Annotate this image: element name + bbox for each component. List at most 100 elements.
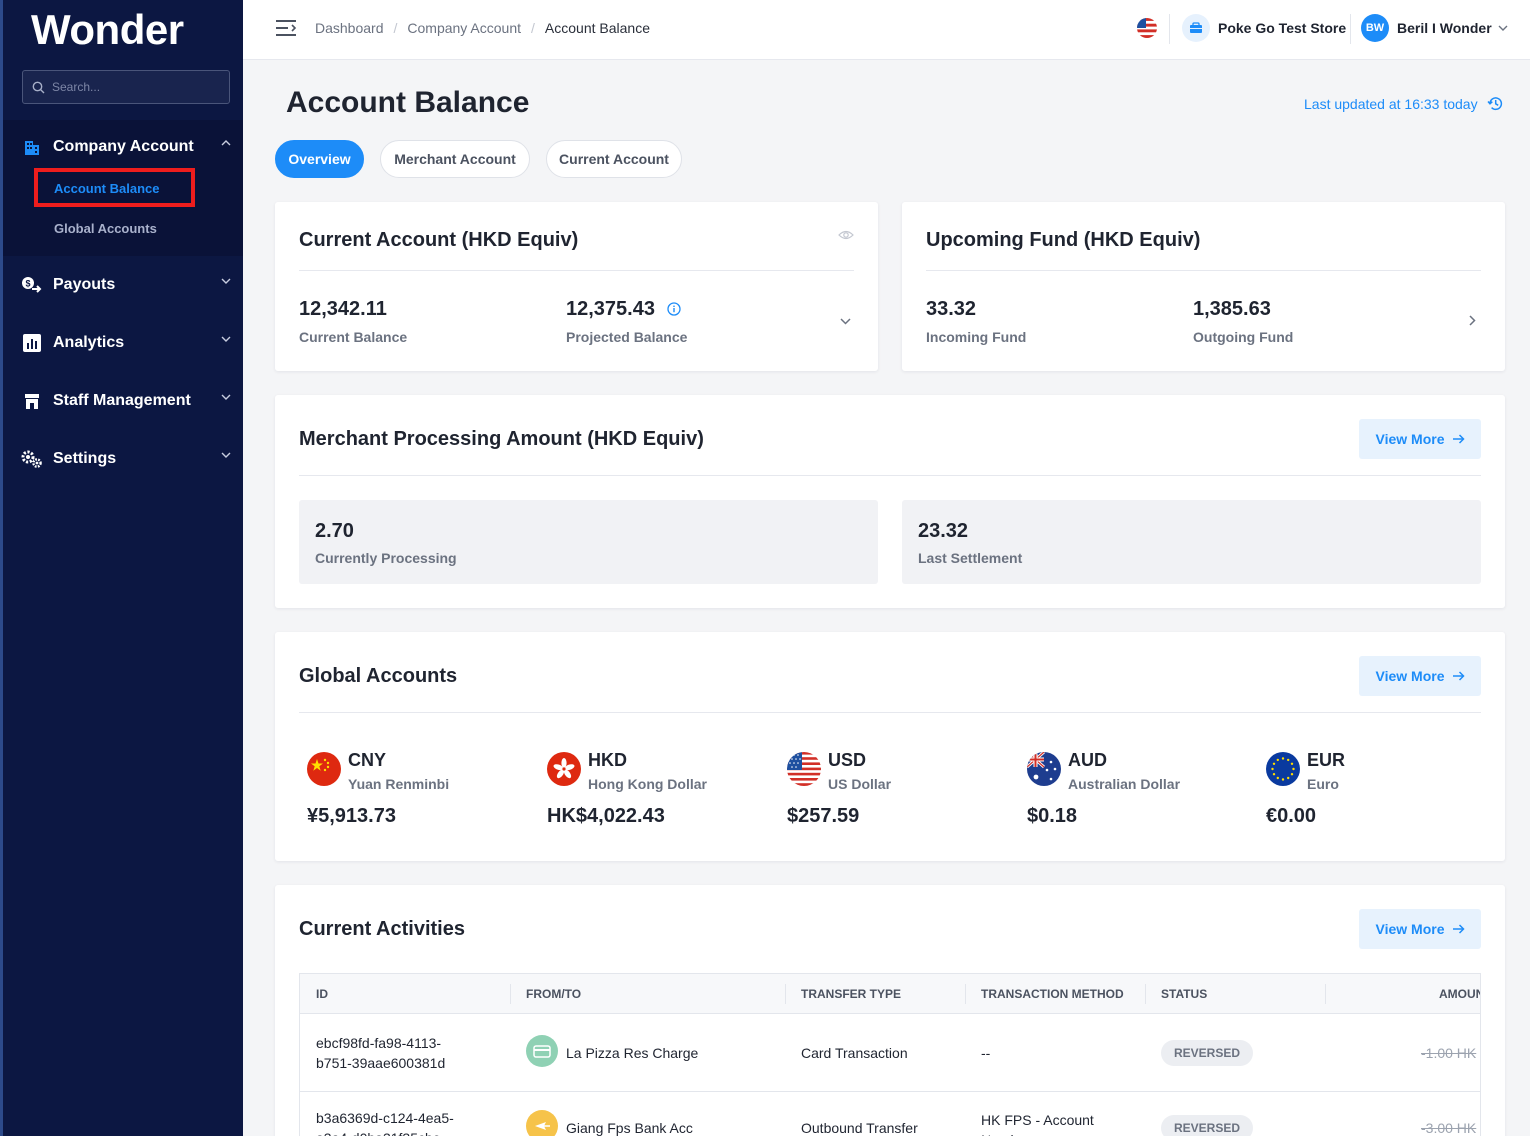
table-row[interactable]: ebcf98fd-fa98-4113-b751-39aae600381d La …: [300, 1014, 1480, 1092]
activity-amount: -1.00 HK: [1421, 1045, 1477, 1061]
breadcrumb-separator: /: [393, 20, 398, 36]
column-separator: [785, 984, 786, 1004]
user-menu[interactable]: BW Beril I Wonder: [1361, 14, 1508, 42]
column-header-transfer-type[interactable]: TRANSFER TYPE: [801, 987, 901, 1001]
current-balance-label: Current Balance: [299, 329, 408, 345]
column-header-transaction-method[interactable]: TRANSACTION METHOD: [981, 987, 1124, 1001]
last-updated-text: Last updated at 16:33 today: [1304, 95, 1478, 112]
sidebar-item-settings[interactable]: Settings: [21, 444, 233, 474]
us-flag-icon: [787, 752, 821, 786]
table-row[interactable]: b3a6369d-c124-4ea5-a3a4-d0ba31f35cbe Gia…: [300, 1092, 1480, 1136]
building-icon: [21, 136, 43, 158]
activity-transfer-type: Card Transaction: [801, 1045, 908, 1061]
chevron-down-icon: [221, 278, 231, 284]
column-separator: [1145, 984, 1146, 1004]
sidebar-search[interactable]: [22, 70, 230, 104]
search-icon: [32, 81, 45, 93]
outgoing-fund-value: 1,385.63: [1193, 298, 1271, 320]
current-account-card: Current Account (HKD Equiv) 12,342.11 Cu…: [275, 202, 878, 371]
transfer-icon: [526, 1110, 558, 1136]
breadcrumb-separator: /: [531, 20, 535, 36]
global-account-hkd[interactable]: HKD Hong Kong Dollar HK$4,022.43: [547, 747, 787, 827]
tab-current-account[interactable]: Current Account: [546, 140, 682, 178]
sidebar-item-payouts[interactable]: $ Payouts: [21, 270, 233, 300]
chevron-up-icon: [221, 140, 231, 146]
currency-code: EUR: [1307, 750, 1346, 770]
divider: [926, 270, 1481, 271]
column-header-status[interactable]: STATUS: [1161, 987, 1207, 1001]
sidebar-item-label: Company Account: [53, 138, 194, 155]
sidebar-item-label: Settings: [53, 450, 117, 467]
menu-icon: [276, 20, 297, 36]
tab-merchant-account[interactable]: Merchant Account: [380, 140, 530, 178]
svg-text:$: $: [25, 279, 30, 289]
card-icon: [526, 1035, 558, 1067]
column-header-amount[interactable]: AMOUN: [1439, 987, 1480, 1001]
global-accounts-card: Global Accounts View More CNY Yuan Renmi…: [275, 632, 1505, 861]
currency-amount: HK$4,022.43: [547, 805, 665, 827]
activity-method: --: [981, 1045, 991, 1061]
activity-id: b3a6369d-c124-4ea5-a3a4-d0ba31f35cbe: [316, 1110, 454, 1136]
incoming-fund-label: Incoming Fund: [926, 329, 1027, 345]
sidebar-item-company-account[interactable]: Company Account: [21, 132, 233, 162]
view-more-button[interactable]: View More: [1359, 909, 1481, 949]
column-header-from-to[interactable]: FROM/TO: [526, 987, 581, 1001]
breadcrumb: Dashboard / Company Account / Account Ba…: [315, 20, 650, 36]
activity-method: HK FPS - Account Number: [981, 1112, 1094, 1136]
activity-id: ebcf98fd-fa98-4113-b751-39aae600381d: [316, 1035, 446, 1071]
sidebar: Wonder Company Account Account Balance G…: [0, 0, 243, 1136]
language-flag-us-icon[interactable]: [1137, 18, 1157, 43]
current-activities-card: Current Activities View More ID FROM/TO …: [275, 885, 1505, 1136]
view-more-button[interactable]: View More: [1359, 419, 1481, 459]
chevron-right-icon[interactable]: [1469, 315, 1476, 326]
outgoing-fund-label: Outgoing Fund: [1193, 329, 1294, 345]
store-selector[interactable]: Poke Go Test Store: [1182, 14, 1346, 42]
last-updated-refresh[interactable]: Last updated at 16:33 today: [1304, 95, 1504, 112]
currency-amount: $257.59: [787, 805, 860, 827]
store-name: Poke Go Test Store: [1218, 20, 1347, 36]
store-icon: [21, 390, 43, 412]
column-header-id[interactable]: ID: [316, 987, 328, 1001]
currently-processing-label: Currently Processing: [315, 550, 457, 566]
search-input[interactable]: [52, 80, 212, 94]
sidebar-item-analytics[interactable]: Analytics: [21, 328, 233, 358]
breadcrumb-current: Account Balance: [544, 20, 650, 36]
card-title: Upcoming Fund (HKD Equiv): [926, 229, 1201, 251]
currency-amount: $0.18: [1027, 805, 1078, 827]
activity-amount: -3.00 HK: [1421, 1120, 1477, 1136]
info-icon[interactable]: [667, 302, 681, 316]
incoming-fund-value: 33.32: [926, 298, 977, 320]
global-account-cny[interactable]: CNY Yuan Renminbi ¥5,913.73: [307, 747, 547, 827]
sidebar-item-staff-management[interactable]: Staff Management: [21, 386, 233, 416]
sidebar-item-label: Payouts: [53, 276, 116, 293]
eye-icon[interactable]: [838, 229, 854, 241]
sidebar-subitem-global-accounts[interactable]: Global Accounts: [54, 221, 157, 236]
arrow-right-icon: [1452, 924, 1465, 934]
view-more-button[interactable]: View More: [1359, 656, 1481, 696]
global-account-usd[interactable]: USD US Dollar $257.59: [787, 747, 1027, 827]
table-header: ID FROM/TO TRANSFER TYPE TRANSACTION MET…: [300, 974, 1480, 1014]
menu-toggle-button[interactable]: [275, 18, 297, 43]
upcoming-fund-card: Upcoming Fund (HKD Equiv) 33.32 Incoming…: [902, 202, 1505, 371]
column-separator: [965, 984, 966, 1004]
currency-code: AUD: [1068, 750, 1107, 770]
eu-flag-icon: [1266, 752, 1300, 786]
tab-overview[interactable]: Overview: [275, 140, 364, 178]
projected-balance-label: Projected Balance: [566, 329, 688, 345]
wonder-logo[interactable]: Wonder: [31, 6, 184, 54]
currency-name: US Dollar: [828, 776, 892, 792]
chevron-down-icon: [221, 394, 231, 400]
sidebar-item-label: Analytics: [53, 334, 125, 351]
activity-party: Giang Fps Bank Acc: [566, 1120, 693, 1136]
chevron-down-icon: [221, 452, 231, 458]
chevron-down-icon: [1498, 25, 1508, 31]
breadcrumb-company-account[interactable]: Company Account: [407, 20, 521, 36]
breadcrumb-dashboard[interactable]: Dashboard: [315, 20, 384, 36]
global-account-aud[interactable]: AUD Australian Dollar $0.18: [1027, 747, 1267, 827]
activity-party: La Pizza Res Charge: [566, 1045, 699, 1061]
currently-processing-value: 2.70: [315, 520, 354, 542]
activities-table: ID FROM/TO TRANSFER TYPE TRANSACTION MET…: [299, 973, 1481, 1136]
view-more-label: View More: [1375, 921, 1445, 937]
global-account-eur[interactable]: EUR Euro €0.00: [1266, 747, 1506, 827]
chevron-down-icon[interactable]: [840, 318, 851, 325]
